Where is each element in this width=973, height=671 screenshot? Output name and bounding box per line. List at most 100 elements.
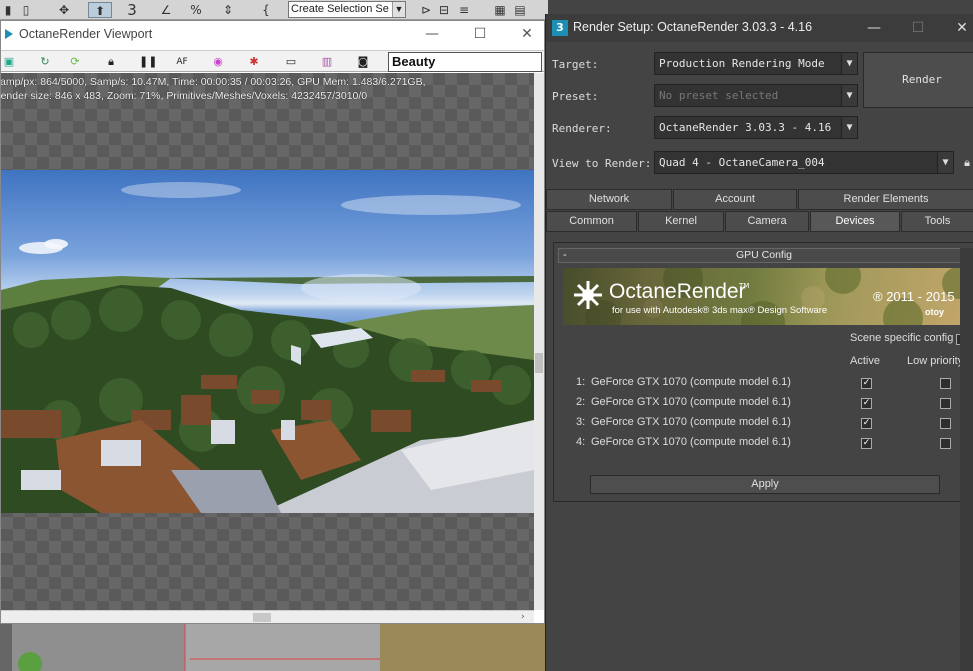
devices-panel: - GPU Config OctaneRender TM for use wit… <box>553 242 973 502</box>
chevron-down-icon: ▼ <box>937 152 953 173</box>
render-button[interactable]: Render <box>863 52 973 108</box>
apply-button[interactable]: Apply <box>590 475 940 494</box>
tab-render-elements[interactable]: Render Elements <box>798 189 973 210</box>
angle-snap-icon[interactable]: ∠ <box>158 2 174 18</box>
desktop: ▮ ▯ ✥ ⬆ 3 ∠ % ⇕ { Create Selection Se ▼ … <box>0 0 973 671</box>
mirror-icon[interactable]: ⊳ <box>418 2 434 18</box>
gpu-name: GeForce GTX 1070 (compute model 6.1) <box>591 436 791 448</box>
gpu-active-checkbox[interactable]: ✓ <box>861 378 872 389</box>
horizontal-scroll-thumb[interactable] <box>253 613 271 622</box>
tab-network[interactable]: Network <box>546 189 672 210</box>
region-icon[interactable]: ▭ <box>283 54 299 70</box>
pause-icon[interactable]: ❚❚ <box>139 54 157 70</box>
selection-set-dropdown[interactable]: Create Selection Se ▼ <box>288 1 406 18</box>
af-focus-icon[interactable]: AF <box>174 54 190 70</box>
clay-mode-icon[interactable]: ✱ <box>246 54 262 70</box>
render-pass-select[interactable]: Beauty <box>388 52 542 72</box>
viewport-titlebar[interactable]: OctaneRender Viewport — ☐ ✕ <box>1 21 544 48</box>
minimize-icon[interactable]: — <box>421 24 443 44</box>
tab-devices[interactable]: Devices <box>810 211 900 232</box>
maximize-icon[interactable]: ☐ <box>469 24 491 44</box>
tab-kernel[interactable]: Kernel <box>638 211 724 232</box>
chevron-down-icon: ▼ <box>841 117 857 138</box>
curve-editor-icon[interactable]: ▦ <box>492 2 508 18</box>
preset-select[interactable]: No preset selected ▼ <box>654 84 858 107</box>
render-pass-value: Beauty <box>392 54 436 69</box>
banner-years: ® 2011 - 2015 <box>873 289 955 304</box>
viewport-vertical-scrollbar[interactable] <box>534 73 544 610</box>
maximize-icon[interactable]: ☐ <box>906 18 930 38</box>
color-picker-icon[interactable]: ◉ <box>210 54 226 70</box>
gpu-config-rollout-header[interactable]: - GPU Config <box>558 248 970 263</box>
redo-icon[interactable]: ▯ <box>18 2 34 18</box>
viewport-canvas[interactable]: Samp/px: 864/5000, Samp/s: 10.47M, Time:… <box>1 73 534 610</box>
gpu-low-priority-checkbox[interactable] <box>940 418 951 429</box>
lock-view-icon[interactable]: 🔒︎ <box>960 151 973 174</box>
gpu-index: 2: <box>576 396 586 408</box>
collapse-toggle[interactable]: - <box>563 249 567 262</box>
undo-icon[interactable]: ▮ <box>0 2 16 18</box>
gpu-index: 4: <box>576 436 586 448</box>
render-setup-titlebar[interactable]: 3 Render Setup: OctaneRender 3.03.3 - 4.… <box>546 14 973 42</box>
film-region-icon[interactable]: ▥ <box>319 54 335 70</box>
preset-label: Preset: <box>552 90 599 103</box>
renderer-value: OctaneRender 3.03.3 - 4.16 <box>659 121 832 134</box>
view-to-render-value: Quad 4 - OctaneCamera_004 <box>659 156 825 169</box>
save-image-icon[interactable]: ◙ <box>355 54 371 70</box>
gpu-name: GeForce GTX 1070 (compute model 6.1) <box>591 376 791 388</box>
max-logo-icon: 3 <box>552 20 568 36</box>
octane-viewport-window: OctaneRender Viewport — ☐ ✕ ▣ ↻ ⟳ 🔒︎ ❚❚ … <box>0 20 545 624</box>
target-select[interactable]: Production Rendering Mode ▼ <box>654 52 858 75</box>
scroll-right-icon[interactable]: › <box>521 612 525 622</box>
max-main-toolbar: ▮ ▯ ✥ ⬆ 3 ∠ % ⇕ { Create Selection Se ▼ … <box>0 0 548 20</box>
rendered-image <box>1 170 534 513</box>
restart-icon[interactable]: ↻ <box>37 54 53 70</box>
preset-value: No preset selected <box>659 89 779 102</box>
octane-logo-icon <box>5 29 13 39</box>
close-icon[interactable]: ✕ <box>950 18 973 38</box>
gpu-active-checkbox[interactable]: ✓ <box>861 418 872 429</box>
minimize-icon[interactable]: — <box>862 18 886 38</box>
target-value: Production Rendering Mode <box>659 57 825 70</box>
align-icon[interactable]: ⊟ <box>436 2 452 18</box>
tab-tools[interactable]: Tools <box>901 211 973 232</box>
vertical-scroll-thumb[interactable] <box>535 353 543 373</box>
render-stats-line-1: Samp/px: 864/5000, Samp/s: 10.47M, Time:… <box>1 76 426 88</box>
layers-icon[interactable]: ≡ <box>456 2 472 18</box>
octane-logo-icon <box>574 281 602 309</box>
gpu-low-priority-checkbox[interactable] <box>940 398 951 409</box>
gpu-index: 3: <box>576 416 586 428</box>
gpu-active-checkbox[interactable]: ✓ <box>861 398 872 409</box>
banner-trademark: TM <box>739 282 750 290</box>
snap-3-icon[interactable]: 3 <box>124 2 140 18</box>
send-scene-icon[interactable]: ▣ <box>1 54 17 70</box>
render-setup-scrollbar[interactable] <box>960 248 973 671</box>
lock-icon[interactable]: 🔒︎ <box>103 54 119 70</box>
tab-account[interactable]: Account <box>673 189 797 210</box>
gpu-low-priority-checkbox[interactable] <box>940 378 951 389</box>
tab-common[interactable]: Common <box>546 211 637 232</box>
renderer-label: Renderer: <box>552 122 612 135</box>
edit-named-sel-icon[interactable]: { <box>258 2 274 18</box>
gpu-active-checkbox[interactable]: ✓ <box>861 438 872 449</box>
target-label: Target: <box>552 58 599 71</box>
view-to-render-select[interactable]: Quad 4 - OctaneCamera_004 ▼ <box>654 151 954 174</box>
octane-banner: OctaneRender TM for use with Autodesk® 3… <box>563 268 970 325</box>
select-region-icon[interactable]: ⬆ <box>88 2 112 18</box>
move-icon[interactable]: ✥ <box>56 2 72 18</box>
renderer-select[interactable]: OctaneRender 3.03.3 - 4.16 ▼ <box>654 116 858 139</box>
render-setup-window: 3 Render Setup: OctaneRender 3.03.3 - 4.… <box>545 14 973 671</box>
refresh-icon[interactable]: ⟳ <box>67 54 83 70</box>
scene-specific-label: Scene specific config <box>850 332 954 344</box>
low-priority-column-header: Low priority <box>907 355 964 367</box>
spinner-snap-icon[interactable]: ⇕ <box>220 2 236 18</box>
tab-camera[interactable]: Camera <box>725 211 809 232</box>
banner-brand: otoy <box>925 307 944 317</box>
viewport-horizontal-scrollbar[interactable]: › <box>1 610 534 623</box>
close-icon[interactable]: ✕ <box>516 24 538 44</box>
schematic-icon[interactable]: ▤ <box>512 2 528 18</box>
percent-snap-icon[interactable]: % <box>188 2 204 18</box>
gpu-low-priority-checkbox[interactable] <box>940 438 951 449</box>
gpu-name: GeForce GTX 1070 (compute model 6.1) <box>591 396 791 408</box>
max-scene-viewports[interactable] <box>0 624 545 671</box>
